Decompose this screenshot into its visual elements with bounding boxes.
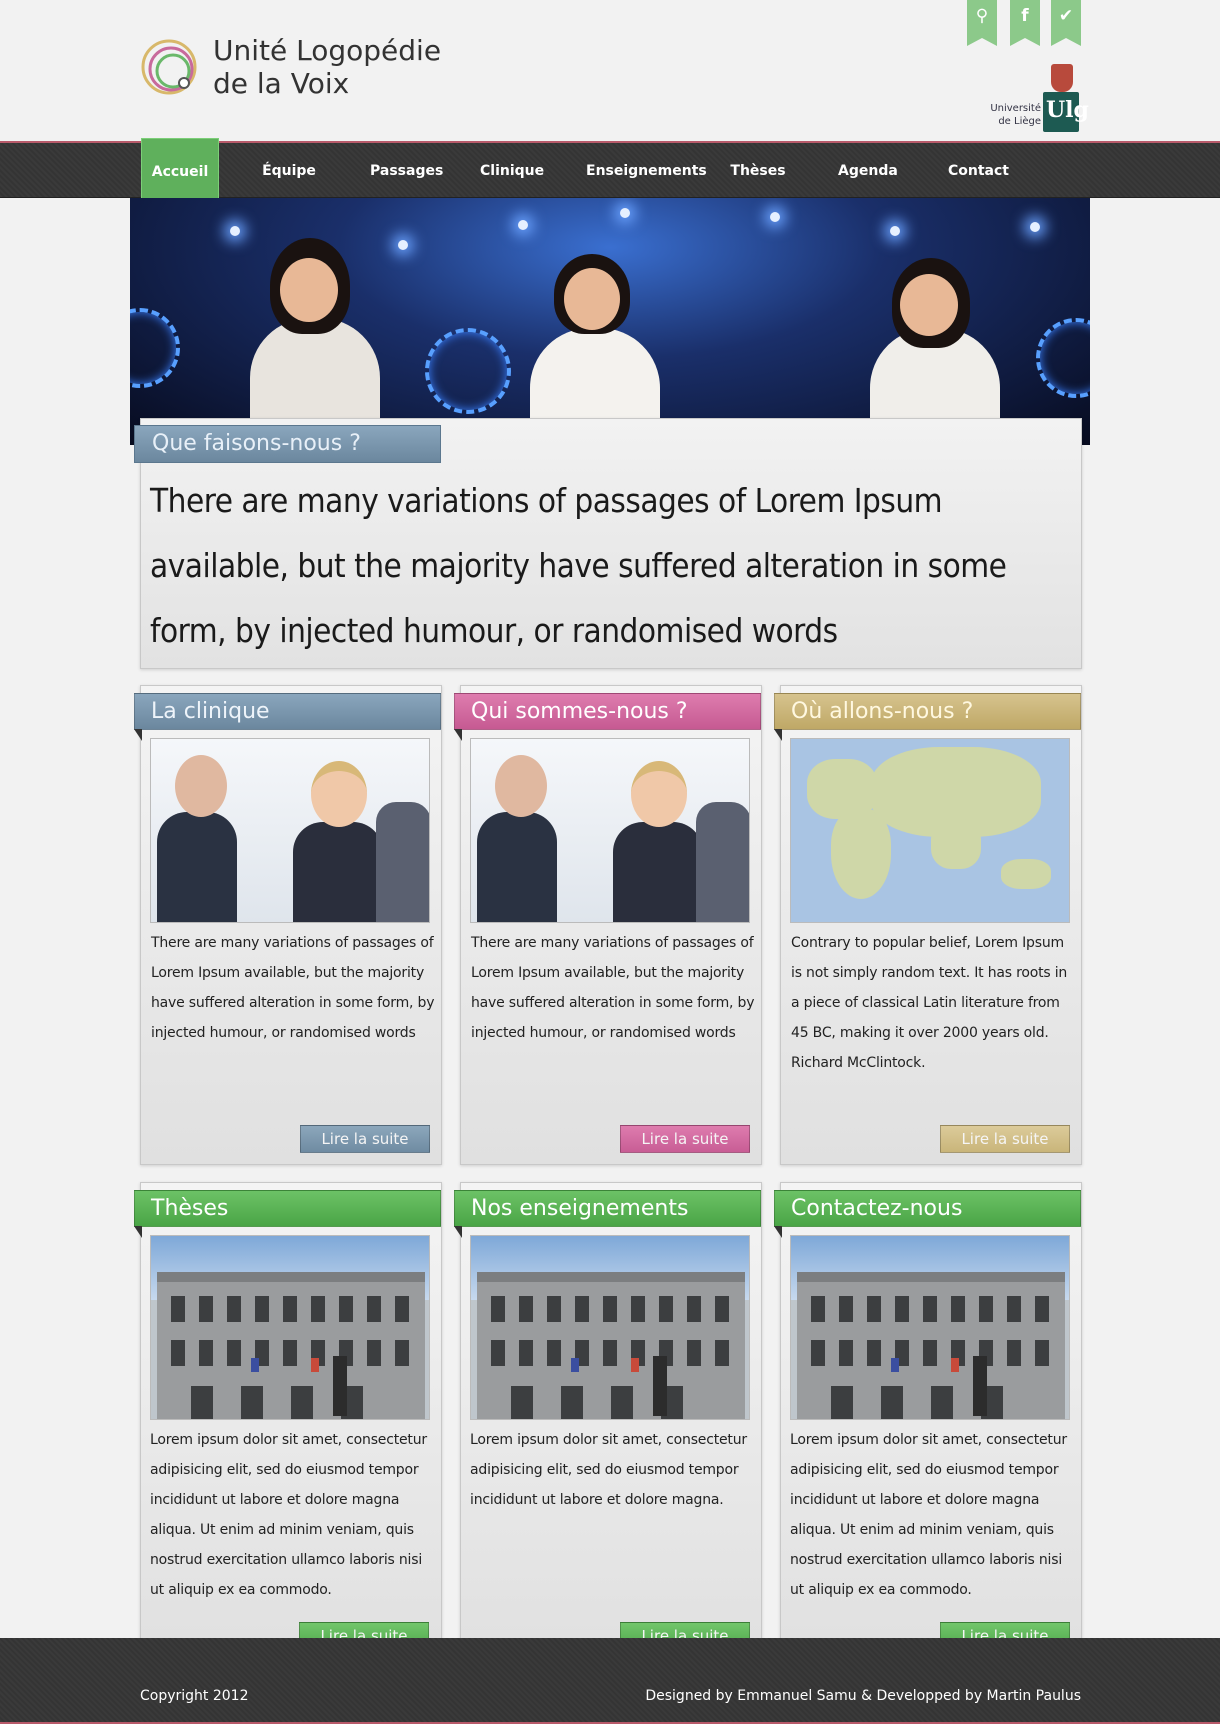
card-theses-image [150, 1235, 430, 1420]
site-footer: Copyright 2012 Designed by Emmanuel Samu… [0, 1638, 1220, 1724]
card-contactez-nous-image [790, 1235, 1070, 1420]
crest-icon [1051, 64, 1073, 92]
intro-title: Que faisons-nous ? [134, 425, 441, 463]
card-contactez-nous-text: Lorem ipsum dolor sit amet, consectetur … [790, 1432, 1067, 1598]
read-more-button[interactable]: Lire la suite [620, 1125, 750, 1153]
card-nos-enseignements-text: Lorem ipsum dolor sit amet, consectetur … [470, 1432, 747, 1508]
site-header: Unité Logopédie de la Voix ⚲ f ✔ Univers… [0, 0, 1220, 141]
card-nos-enseignements-image [470, 1235, 750, 1420]
card-qui-sommes-nous-image [470, 738, 750, 923]
nav-item-equipe[interactable]: Équipe [258, 143, 320, 200]
university-logo[interactable]: Université de Liège Ulg [985, 64, 1089, 134]
card-ou-allons-nous-text: Contrary to popular belief, Lorem Ipsum … [791, 935, 1068, 1071]
facebook-icon: f [1021, 6, 1029, 26]
intro-text: There are many variations of passages of… [150, 481, 1007, 650]
ulg-mark-text: Ulg [1046, 97, 1089, 123]
card-contactez-nous-title: Contactez-nous [774, 1190, 1081, 1238]
nav-item-passages[interactable]: Passages [370, 143, 443, 200]
nav-item-enseignements[interactable]: Enseignements [586, 143, 707, 200]
hero-banner-image [130, 198, 1090, 445]
university-line1: Université [990, 103, 1041, 114]
logo-icon[interactable] [140, 36, 202, 98]
card-theses-title: Thèses [134, 1190, 441, 1238]
nav-item-contact[interactable]: Contact [948, 143, 1009, 200]
facebook-button[interactable]: f [1010, 0, 1040, 46]
main-nav: Accueil Équipe Passages Clinique Enseign… [0, 138, 1220, 205]
card-qui-sommes-nous-text: There are many variations of passages of… [471, 935, 755, 1041]
card-theses-text: Lorem ipsum dolor sit amet, consectetur … [150, 1432, 427, 1598]
site-title-line2: de la Voix [213, 67, 350, 100]
card-ou-allons-nous-map [790, 738, 1070, 923]
search-button[interactable]: ⚲ [967, 0, 997, 46]
card-ou-allons-nous-title: Où allons-nous ? [774, 693, 1081, 741]
card-clinique-image [150, 738, 430, 923]
read-more-button[interactable]: Lire la suite [940, 1125, 1070, 1153]
nav-item-theses[interactable]: Thèses [730, 143, 786, 200]
credits-text: Designed by Emmanuel Samu & Developped b… [645, 1688, 1081, 1704]
twitter-button[interactable]: ✔ [1051, 0, 1081, 46]
card-clinique-text: There are many variations of passages of… [151, 935, 435, 1041]
university-name: Université de Liège [985, 102, 1041, 128]
card-qui-sommes-nous-title: Qui sommes-nous ? [454, 693, 761, 741]
search-icon: ⚲ [975, 6, 989, 26]
ulg-mark: Ulg [1043, 92, 1089, 132]
university-line2: de Liège [998, 116, 1041, 127]
card-nos-enseignements-title: Nos enseignements [454, 1190, 761, 1238]
nav-item-agenda[interactable]: Agenda [838, 143, 898, 200]
copyright-text: Copyright 2012 [140, 1688, 249, 1704]
twitter-icon: ✔ [1058, 6, 1074, 26]
site-title-line1: Unité Logopédie [213, 34, 442, 67]
site-title[interactable]: Unité Logopédie de la Voix [213, 34, 441, 100]
read-more-button[interactable]: Lire la suite [300, 1125, 430, 1153]
nav-item-clinique[interactable]: Clinique [480, 143, 544, 200]
card-clinique-title: La clinique [134, 693, 441, 741]
nav-item-accueil[interactable]: Accueil [141, 138, 219, 205]
